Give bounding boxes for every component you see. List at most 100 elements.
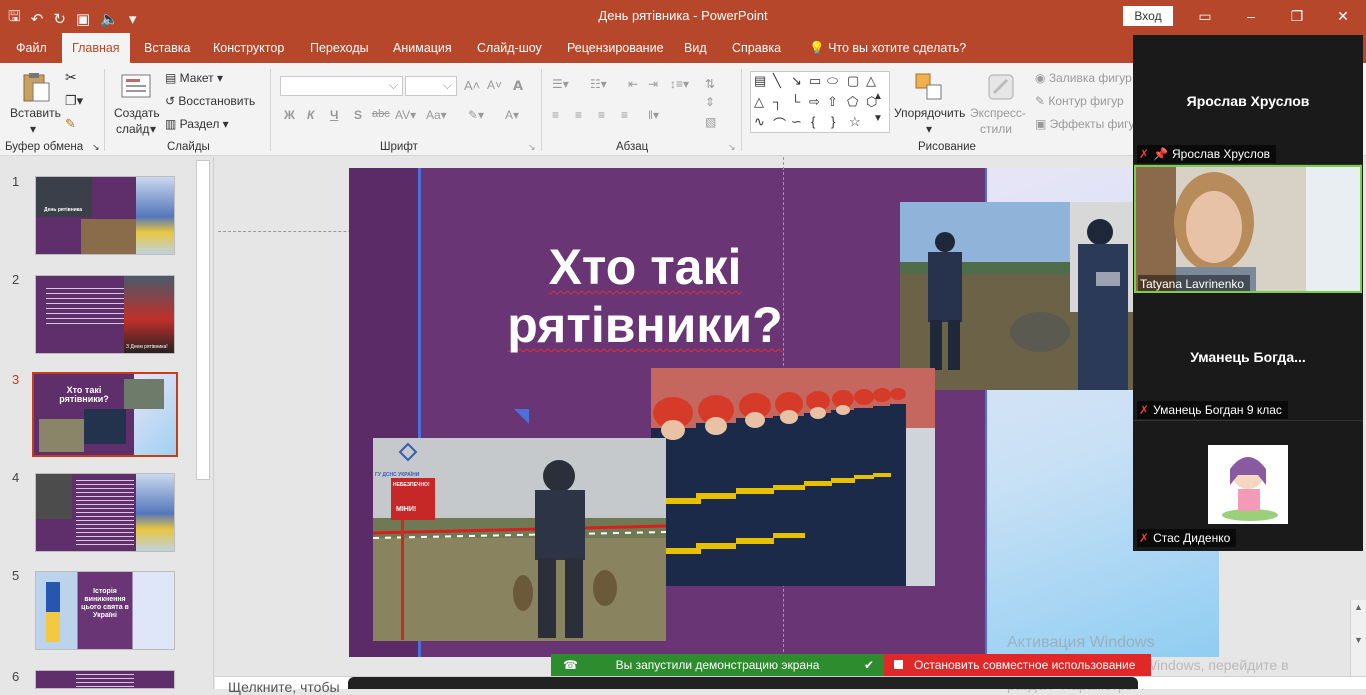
- curve-shape-icon[interactable]: ∽: [791, 114, 802, 130]
- thumbnails-scrollbar[interactable]: [196, 160, 210, 480]
- slide-thumbnail-6[interactable]: [35, 670, 175, 689]
- italic-button[interactable]: К: [307, 108, 314, 122]
- line-spacing-icon[interactable]: ↕≡▾: [670, 77, 689, 91]
- right-arrow-shape-icon[interactable]: ⇨: [809, 94, 820, 110]
- shrink-font-icon[interactable]: A˅: [487, 78, 502, 92]
- up-arrow-shape-icon[interactable]: ⇧: [827, 94, 838, 110]
- format-painter-icon[interactable]: ✎: [65, 116, 76, 132]
- tab-review[interactable]: Рецензирование: [563, 33, 668, 63]
- freeform-icon[interactable]: ∿: [754, 114, 765, 130]
- align-left-icon[interactable]: ≡: [552, 108, 559, 122]
- quick-styles-icon[interactable]: [985, 71, 1017, 103]
- triangle-shape-icon[interactable]: △: [866, 73, 876, 89]
- arrange-button[interactable]: Упорядочить: [894, 106, 965, 120]
- bold-button[interactable]: Ж: [284, 108, 295, 122]
- char-spacing-icon[interactable]: AV▾: [395, 108, 416, 122]
- notes-placeholder[interactable]: Щелкните, чтобы: [228, 679, 340, 695]
- reset-button[interactable]: ↺ Восстановить: [165, 94, 255, 108]
- restore-icon[interactable]: ❐: [1274, 0, 1320, 33]
- tab-view[interactable]: Вид: [680, 33, 711, 63]
- align-right-icon[interactable]: ≡: [598, 108, 605, 122]
- paste-button[interactable]: Вставить: [10, 106, 61, 120]
- shapes-gallery[interactable]: ▤ ╲ ↘ ▭ ⬭ ▢ △ △ ┐ └ ⇨ ⇧ ⬠ ⬡ ∿ ⌒ ∽ { } ☆: [750, 71, 890, 133]
- chevron-down-icon[interactable]: ▾: [926, 122, 932, 136]
- quick-styles-label-1[interactable]: Экспресс-: [970, 106, 1026, 120]
- tab-design[interactable]: Конструктор: [209, 33, 288, 63]
- brace-left-icon[interactable]: {: [811, 114, 815, 129]
- shape-effects-button[interactable]: ▣ Эффекты фигур: [1035, 117, 1141, 131]
- justify-icon[interactable]: ≡: [621, 108, 628, 122]
- shadow-button[interactable]: S: [354, 108, 362, 122]
- line-shape-icon[interactable]: ╲: [773, 73, 781, 89]
- photo-deminers[interactable]: [900, 202, 1140, 390]
- brace-right-icon[interactable]: }: [831, 114, 835, 129]
- create-slide-label-1[interactable]: Создать: [114, 106, 160, 120]
- create-slide-label-2[interactable]: слайд: [116, 122, 149, 136]
- strikethrough-button[interactable]: abc: [372, 108, 390, 120]
- paste-dropdown-icon[interactable]: ▾: [30, 122, 36, 136]
- copy-icon[interactable]: ❐▾: [65, 93, 83, 109]
- font-family-dropdown[interactable]: ⌵: [280, 76, 403, 96]
- align-center-icon[interactable]: ≡: [575, 108, 582, 122]
- ribbon-display-icon[interactable]: ▭: [1182, 0, 1228, 33]
- triangle-shape-icon[interactable]: △: [754, 94, 764, 110]
- slide-thumbnail-2[interactable]: З Днем рятівника!: [35, 275, 175, 354]
- chevron-down-icon[interactable]: ▾: [150, 122, 156, 136]
- bullets-icon[interactable]: ☰▾: [552, 77, 569, 91]
- quick-styles-label-2[interactable]: стили: [980, 122, 1012, 136]
- tab-slideshow[interactable]: Слайд-шоу: [473, 33, 546, 63]
- stop-share-button[interactable]: Остановить совместное использование: [884, 654, 1151, 676]
- star-shape-icon[interactable]: ☆: [849, 114, 861, 130]
- arc-shape-icon[interactable]: ⌒: [773, 114, 786, 133]
- slide-thumbnail-3[interactable]: Хто такі рятівники?: [32, 372, 178, 457]
- font-size-dropdown[interactable]: ⌵: [405, 76, 457, 96]
- tell-me-search[interactable]: 💡 Что вы хотите сделать?: [805, 33, 970, 63]
- highlight-icon[interactable]: ✎▾: [468, 108, 484, 122]
- increase-indent-icon[interactable]: ⇥: [648, 77, 658, 91]
- shape-outline-button[interactable]: ✎ Контур фигур: [1035, 94, 1124, 108]
- photo-firefighters[interactable]: [651, 368, 935, 586]
- tab-transitions[interactable]: Переходы: [306, 33, 373, 63]
- connector-icon[interactable]: ┐: [773, 94, 782, 109]
- close-icon[interactable]: ✕: [1320, 0, 1366, 33]
- arrow-line-icon[interactable]: ↘: [791, 73, 802, 89]
- cut-icon[interactable]: ✂: [65, 69, 77, 86]
- paste-icon[interactable]: [20, 71, 52, 103]
- pentagon-shape-icon[interactable]: ⬠: [847, 94, 858, 110]
- clear-format-icon[interactable]: 𝗔: [513, 78, 523, 94]
- change-case-icon[interactable]: Aa▾: [426, 108, 447, 122]
- tab-help[interactable]: Справка: [728, 33, 785, 63]
- arrange-icon[interactable]: [913, 71, 945, 103]
- font-color-icon[interactable]: A▾: [505, 108, 519, 122]
- shape-fill-button[interactable]: ◉ Заливка фигур: [1035, 71, 1132, 85]
- underline-button[interactable]: Ч: [330, 108, 338, 122]
- numbering-icon[interactable]: ☷▾: [590, 77, 607, 91]
- font-launcher-icon[interactable]: ↘: [528, 142, 536, 153]
- rectangle-shape-icon[interactable]: ▭: [809, 73, 821, 89]
- minimize-icon[interactable]: –: [1228, 0, 1274, 33]
- paragraph-launcher-icon[interactable]: ↘: [728, 142, 736, 153]
- section-button[interactable]: ▥ Раздел ▾: [165, 117, 229, 131]
- shapes-scroll-up-icon[interactable]: ▲: [873, 91, 883, 102]
- tab-animations[interactable]: Анимация: [389, 33, 456, 63]
- participant-video[interactable]: Tatyana Lavrinenko: [1134, 165, 1362, 293]
- decrease-indent-icon[interactable]: ⇤: [628, 77, 638, 91]
- zoom-meeting-toolbar[interactable]: [348, 677, 1138, 689]
- connector-icon[interactable]: └: [791, 94, 800, 109]
- slide-thumbnail-5[interactable]: Історія виникнення цього свята в Україні: [35, 571, 175, 650]
- grow-font-icon[interactable]: A˄: [464, 78, 480, 93]
- align-text-icon[interactable]: ⇕: [705, 95, 715, 109]
- scroll-up-icon[interactable]: ▲: [1354, 602, 1363, 612]
- slide-thumbnail-4[interactable]: [35, 473, 175, 552]
- slide-thumbnail-1[interactable]: День рятівника: [35, 176, 175, 255]
- textbox-shape-icon[interactable]: ▤: [754, 73, 766, 89]
- oval-shape-icon[interactable]: ⬭: [827, 73, 838, 89]
- slide-title[interactable]: Хто такі рятівники?: [460, 238, 830, 354]
- scroll-down-icon[interactable]: ▼: [1354, 635, 1363, 645]
- clipboard-launcher-icon[interactable]: ↘: [92, 142, 100, 153]
- shapes-scroll-down-icon[interactable]: ▼: [873, 113, 883, 124]
- login-button[interactable]: Вход: [1123, 6, 1173, 26]
- tab-insert[interactable]: Вставка: [140, 33, 194, 63]
- smartart-icon[interactable]: ▧: [705, 115, 716, 129]
- columns-icon[interactable]: ‖▾: [648, 108, 659, 122]
